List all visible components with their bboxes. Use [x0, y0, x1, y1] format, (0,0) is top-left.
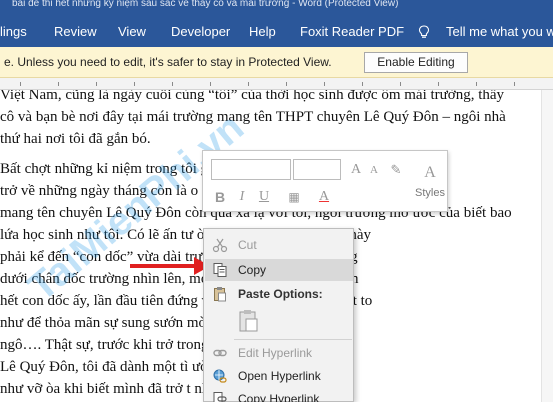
tab-view[interactable]: View: [118, 18, 146, 46]
format-painter-icon[interactable]: ✎: [387, 160, 405, 180]
tab-foxit-reader-pdf[interactable]: Foxit Reader PDF: [300, 18, 404, 46]
window-title: bài đề thi hết những kỷ niệm sâu sắc về …: [12, 0, 399, 9]
paste-icon: [214, 287, 226, 302]
tab-review[interactable]: Review: [54, 18, 97, 46]
ribbon-tabs: lings Review View Developer Help Foxit R…: [0, 18, 553, 46]
italic-button[interactable]: I: [233, 187, 251, 207]
underline-button[interactable]: U: [255, 187, 273, 207]
styles-icon: A: [424, 164, 436, 181]
paste-options-header: Paste Options:: [205, 283, 353, 305]
shrink-font-icon[interactable]: A: [365, 160, 383, 180]
tab-help[interactable]: Help: [249, 18, 276, 46]
styles-label: Styles: [415, 187, 445, 199]
protected-view-bar: e. Unless you need to edit, it's safer t…: [0, 47, 553, 78]
copy-link-icon: [213, 392, 227, 402]
menu-item-label: Copy: [238, 263, 267, 277]
scissors-icon: [212, 238, 228, 253]
link-icon: [213, 349, 227, 357]
menu-item-label: Open Hyperlink: [238, 369, 321, 383]
horizontal-ruler: [0, 78, 553, 90]
protected-view-message: e. Unless you need to edit, it's safer t…: [4, 55, 332, 69]
menu-item-label: Paste Options:: [238, 287, 323, 301]
context-menu: Cut Copy Paste Options: Edit Hyperlink O…: [203, 228, 354, 402]
red-arrow-pointer: [130, 257, 210, 275]
doc-line: Việt Nam, cũng là ngày cuối cùng “tôi” c…: [0, 90, 505, 103]
menu-item-label: Edit Hyperlink: [238, 346, 313, 360]
menu-item-copy-hyperlink[interactable]: Copy Hyperlink: [205, 388, 353, 402]
ribbon: bài đề thi hết những kỷ niệm sâu sắc về …: [0, 0, 553, 47]
keep-text-only-paste-icon[interactable]: [238, 309, 260, 333]
menu-item-label: Copy Hyperlink: [238, 392, 320, 402]
menu-separator: [234, 339, 352, 340]
menu-item-cut[interactable]: Cut: [205, 234, 353, 256]
globe-link-icon: [213, 369, 227, 383]
highlight-icon[interactable]: ▦: [285, 187, 303, 207]
mini-toolbar: A A ✎ B I U ▦ A A Styles: [202, 150, 448, 212]
bold-button[interactable]: B: [211, 187, 229, 207]
font-color-icon[interactable]: A: [315, 187, 333, 207]
vertical-scrollbar[interactable]: [541, 90, 553, 402]
doc-line: thứ hai nơi tôi đã gắn bó.: [0, 131, 151, 147]
font-name-box[interactable]: [211, 159, 291, 180]
menu-item-label: Cut: [238, 238, 257, 252]
tell-me-search[interactable]: Tell me what you wa: [446, 18, 553, 46]
copy-icon: [213, 263, 227, 277]
lightbulb-icon: [418, 25, 430, 38]
tab-developer[interactable]: Developer: [171, 18, 230, 46]
doc-line: cô và bạn bè nơi đây tại mái trường mang…: [0, 109, 506, 125]
styles-button[interactable]: A Styles: [415, 159, 445, 209]
menu-item-open-hyperlink[interactable]: Open Hyperlink: [205, 365, 353, 387]
font-size-box[interactable]: [293, 159, 341, 180]
enable-editing-button[interactable]: Enable Editing: [364, 52, 468, 73]
menu-item-copy[interactable]: Copy: [205, 259, 353, 281]
menu-item-edit-hyperlink[interactable]: Edit Hyperlink: [205, 342, 353, 364]
grow-font-icon[interactable]: A: [347, 160, 365, 180]
tab-mailings[interactable]: lings: [0, 18, 27, 46]
